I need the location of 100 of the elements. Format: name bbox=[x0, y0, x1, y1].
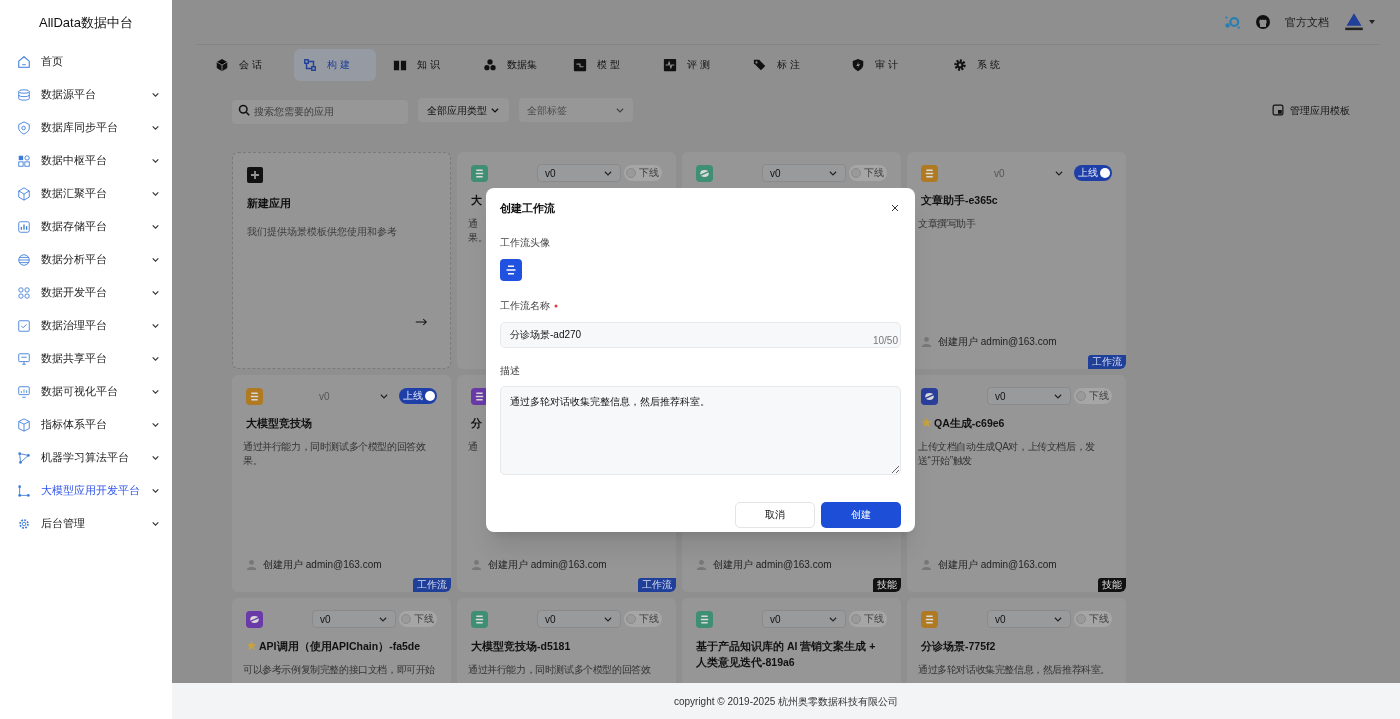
sidebar-item[interactable]: 数据汇聚平台 bbox=[0, 177, 172, 210]
globe-icon bbox=[17, 252, 31, 267]
nav-tab[interactable]: 标 注 bbox=[744, 48, 834, 81]
online-toggle[interactable]: 上线 bbox=[1074, 165, 1112, 181]
plus-icon bbox=[247, 167, 263, 183]
sidebar-item[interactable]: 大模型应用开发平台 bbox=[0, 474, 172, 507]
sidebar-item[interactable]: 数据分析平台 bbox=[0, 243, 172, 276]
version-select[interactable]: v0 bbox=[987, 610, 1071, 628]
chevron-down-icon bbox=[828, 614, 838, 624]
sidebar-item[interactable]: 后台管理 bbox=[0, 507, 172, 540]
sidebar-item[interactable]: 首页 bbox=[0, 45, 172, 78]
lines-icon bbox=[505, 263, 517, 276]
sidebar-item[interactable]: 指标体系平台 bbox=[0, 408, 172, 441]
app-card[interactable]: v0 下线 分诊场景-775f2 通过多轮对话收集完整信息，然后推荐科室。 bbox=[907, 598, 1126, 683]
pulse-icon bbox=[663, 57, 677, 72]
online-toggle[interactable]: 下线 bbox=[1074, 611, 1112, 627]
sidebar-item[interactable]: 数据源平台 bbox=[0, 78, 172, 111]
version-select[interactable]: v0 bbox=[762, 164, 846, 182]
user-icon bbox=[246, 559, 257, 570]
app-card[interactable]: v0 下线 API调用（使用APIChain）-fa5de 可以参考示例复制完整的接口文档，即可开始 bbox=[232, 598, 451, 683]
version-select[interactable]: v0 bbox=[762, 610, 846, 628]
box-icon bbox=[17, 417, 31, 432]
user-icon bbox=[921, 559, 932, 570]
type-badge: 技能 bbox=[873, 578, 901, 592]
sidebar-item[interactable]: 数据存储平台 bbox=[0, 210, 172, 243]
version-select[interactable]: v0 bbox=[987, 387, 1071, 405]
app-card[interactable]: v0 下线 大模型竞技场-d5181 通过并行能力，同时测试多个模型的回答效 bbox=[457, 598, 676, 683]
user-icon bbox=[696, 559, 707, 570]
shield-search-icon bbox=[17, 120, 31, 135]
manage-templates-button[interactable]: 管理应用模板 bbox=[1272, 102, 1350, 118]
sidebar-item[interactable]: 数据可视化平台 bbox=[0, 375, 172, 408]
card-description: 文章撰写助手 bbox=[918, 217, 976, 231]
search-icon bbox=[238, 104, 250, 116]
online-toggle[interactable]: 下线 bbox=[849, 611, 887, 627]
type-badge: 工作流 bbox=[638, 578, 676, 592]
type-filter-dropdown[interactable]: 全部应用类型 bbox=[418, 98, 509, 122]
sidebar-title: AllData数据中台 bbox=[38, 13, 134, 32]
nav-tab[interactable]: 会 话 bbox=[206, 48, 286, 81]
template-icon bbox=[1272, 104, 1284, 116]
card-title: 分 bbox=[471, 416, 483, 431]
nav-tab[interactable]: 模 型 bbox=[564, 48, 646, 81]
nodes-icon bbox=[17, 483, 31, 498]
sidebar-item[interactable]: 数据库同步平台 bbox=[0, 111, 172, 144]
sidebar-item[interactable]: 数据中枢平台 bbox=[0, 144, 172, 177]
online-toggle[interactable]: 上线 bbox=[399, 388, 437, 404]
new-app-card[interactable]: 新建应用 我们提供场景模板供您使用和参考 bbox=[232, 152, 451, 369]
online-toggle[interactable]: 下线 bbox=[624, 165, 662, 181]
card-description: 果。 bbox=[468, 231, 488, 245]
nav-tab[interactable]: 构 建 bbox=[294, 48, 376, 81]
character-counter: 10/50 bbox=[872, 334, 898, 346]
creator-text: 创建用户 admin@163.com bbox=[488, 558, 607, 572]
version-select[interactable]: v0 bbox=[312, 610, 396, 628]
chevron-down-icon bbox=[378, 614, 388, 624]
card-description: 通过多轮对话收集完整信息，然后推荐科室。 bbox=[918, 663, 1110, 677]
sidebar-item[interactable]: 数据治理平台 bbox=[0, 309, 172, 342]
card-title: 文章助手-e365c bbox=[921, 193, 999, 208]
app-card[interactable]: v0 下线 基于产品知识库的 AI 营销文案生成 + 人类意见迭代-819a6 bbox=[682, 598, 901, 683]
description-field[interactable]: 通过多轮对话收集完整信息，然后推荐科室。 bbox=[500, 385, 901, 475]
card-description: 上传文档自动生成QA对，上传文档后，发送“开始”触发 bbox=[918, 440, 1096, 468]
card-title: 基于产品知识库的 AI 营销文案生成 + 人类意见迭代-819a6 bbox=[696, 639, 877, 670]
nav-tab[interactable]: 系 统 bbox=[944, 48, 1034, 81]
card-description: 我们提供场景模板供您使用和参考 bbox=[247, 224, 398, 239]
app-card[interactable]: v0 下线 QA生成-c69e6 上传文档自动生成QA对，上传文档后，发送“开始”触发 创建用户 admin@163.com 技能 bbox=[907, 375, 1126, 592]
nav-tab[interactable]: 审 计 bbox=[842, 48, 936, 81]
type-badge: 工作流 bbox=[1088, 355, 1126, 369]
online-toggle[interactable]: 下线 bbox=[624, 611, 662, 627]
online-toggle[interactable]: 下线 bbox=[849, 165, 887, 181]
app-card[interactable]: v0 上线 大模型竞技场 通过并行能力，同时测试多个模型的回答效果。 创建用户 admin@163.com 工作流 bbox=[232, 375, 451, 592]
card-title: 新建应用 bbox=[247, 196, 292, 211]
triangle-logo-icon bbox=[1343, 12, 1365, 32]
creator-text: 创建用户 admin@163.com bbox=[263, 558, 382, 572]
user-menu[interactable] bbox=[1343, 12, 1376, 32]
screen-chart-icon bbox=[17, 384, 31, 399]
grid-circles-icon bbox=[17, 285, 31, 300]
home-icon bbox=[17, 54, 31, 69]
molecule-logo-icon bbox=[1223, 13, 1241, 31]
version-select[interactable]: v0 bbox=[537, 164, 621, 182]
sidebar-item[interactable]: 数据开发平台 bbox=[0, 276, 172, 309]
sidebar-item[interactable]: 数据共享平台 bbox=[0, 342, 172, 375]
create-button[interactable]: 创建 bbox=[821, 501, 901, 528]
cancel-button[interactable]: 取消 bbox=[735, 501, 815, 528]
app-card[interactable]: v0 上线 文章助手-e365c 文章撰写助手 创建用户 admin@163.com 工作流 bbox=[907, 152, 1126, 369]
field-label: 工作流名称 bbox=[500, 297, 901, 313]
sidebar-item[interactable]: 机器学习算法平台 bbox=[0, 441, 172, 474]
nav-tab[interactable]: 数据集 bbox=[474, 48, 556, 81]
cube-icon bbox=[215, 57, 229, 72]
avatar-picker[interactable] bbox=[500, 258, 522, 281]
monitor-icon bbox=[17, 351, 31, 366]
search-field[interactable]: 搜索您需要的应用 bbox=[232, 99, 408, 124]
nav-tab[interactable]: 评 测 bbox=[654, 48, 736, 81]
dialog-title: 创建工作流 bbox=[500, 201, 555, 216]
card-description: 通 bbox=[468, 440, 478, 454]
version-select[interactable]: v0 bbox=[537, 610, 621, 628]
card-description: 通过并行能力，同时测试多个模型的回答效 bbox=[468, 663, 651, 677]
nav-tab[interactable]: 知 识 bbox=[384, 48, 466, 81]
online-toggle[interactable]: 下线 bbox=[399, 611, 437, 627]
blocks-icon bbox=[17, 153, 31, 168]
docs-link[interactable]: 官方文档 bbox=[1285, 13, 1329, 31]
field-label: 工作流头像 bbox=[500, 235, 551, 250]
online-toggle[interactable]: 下线 bbox=[1074, 388, 1112, 404]
